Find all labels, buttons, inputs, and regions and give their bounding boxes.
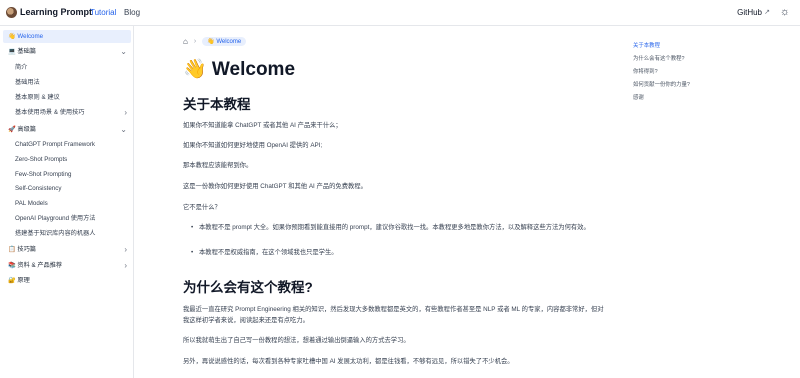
chevron-down-icon[interactable]: ⌄ — [120, 45, 127, 58]
sidebar-item-principle[interactable]: 🔐 原理 — [3, 274, 131, 287]
paragraph: 如果你不知道如何更好地使用 OpenAI 提供的 API; — [183, 142, 323, 149]
paragraph: 我最近一直在研究 Prompt Engineering 相关的知识，然后发现大多… — [183, 306, 604, 324]
sidebar-item-framework[interactable]: ChatGPT Prompt Framework — [3, 138, 131, 151]
sidebar-item-advanced[interactable]: 🚀 高级篇 ⌄ — [3, 123, 131, 136]
sidebar-item-pal-models[interactable]: PAL Models — [3, 197, 131, 210]
toc-item-thanks[interactable]: 感谢 — [633, 93, 644, 101]
paragraph: 另外，再说说感性的话，每次看到各种专家吐槽中国 AI 发展太功利，都是往钱看，不… — [183, 358, 514, 365]
toc-item-contribute[interactable]: 如何贡献一份你的力量? — [633, 80, 690, 88]
github-link[interactable]: GitHub — [737, 8, 762, 17]
home-icon[interactable]: ⌂ — [183, 37, 188, 46]
page-title: 👋 Welcome — [183, 59, 296, 80]
sidebar-item-welcome[interactable]: 👋 Welcome — [3, 30, 131, 43]
section-heading-about: 关于本教程 — [183, 97, 251, 112]
paragraph: 它不是什么？ — [183, 204, 221, 211]
nav-blog[interactable]: Blog — [124, 8, 140, 17]
nav-tutorial[interactable]: Tutorial — [90, 8, 116, 17]
paragraph: 这是一份教你如何更好使用 ChatGPT 和其他 AI 产品的免费教程。 — [183, 183, 367, 190]
toc-item-get[interactable]: 你将得到? — [633, 67, 658, 75]
toc-item-about[interactable]: 关于本教程 — [633, 41, 660, 49]
sidebar-item-playground[interactable]: OpenAI Playground 使用方法 — [3, 212, 131, 225]
top-navbar: Learning Prompt Tutorial Blog GitHub ↗ ☼ — [0, 0, 800, 26]
chevron-down-icon[interactable]: ⌄ — [120, 123, 127, 136]
chevron-right-icon[interactable]: › — [124, 259, 127, 272]
table-of-contents: 关于本教程 为什么会有这个教程? 你将得到? 如何贡献一份你的力量? 感谢 — [626, 26, 800, 378]
list-item: 本教程不是权威指南，在这个领域我也只是学生。 — [191, 248, 611, 259]
section-heading-why: 为什么会有这个教程? — [183, 280, 313, 295]
sidebar-item-zero-shot[interactable]: Zero-Shot Prompts — [3, 153, 131, 166]
sidebar-item-self-consistency[interactable]: Self-Consistency — [3, 182, 131, 195]
paragraph: 那本教程应该能帮到你。 — [183, 162, 253, 169]
sidebar-item-resources[interactable]: 📚 资料 & 产品推荐 › — [3, 259, 131, 272]
brand-title[interactable]: Learning Prompt — [20, 7, 92, 17]
toc-item-why[interactable]: 为什么会有这个教程? — [633, 54, 685, 62]
sidebar-item-intro[interactable]: 简介 — [3, 61, 131, 74]
sidebar-item-use-cases[interactable]: 基本使用场景 & 使用技巧 › — [3, 106, 131, 119]
sidebar: 👋 Welcome 💻 基础篇 ⌄ 简介 基础用法 基本原则 & 建议 基本使用场… — [0, 26, 134, 378]
sidebar-item-tips[interactable]: 📋 技巧篇 › — [3, 243, 131, 256]
list-item: 本教程不是 prompt 大全。如果你预期看到能直接用的 prompt，建议你谷… — [191, 223, 611, 234]
main-content: ⌂ › 👋 Welcome 👋 Welcome 关于本教程 如果你不知道能拿 C… — [135, 26, 615, 378]
breadcrumb: ⌂ › 👋 Welcome — [183, 35, 247, 47]
sidebar-item-knowledge-bot[interactable]: 搭建基于知识库内容的机器人 — [3, 227, 131, 240]
external-link-icon: ↗ — [764, 9, 770, 16]
logo-avatar[interactable] — [6, 7, 17, 18]
chevron-right-icon: › — [193, 37, 197, 45]
sidebar-item-basic-usage[interactable]: 基础用法 — [3, 76, 131, 89]
breadcrumb-current: 👋 Welcome — [202, 36, 247, 46]
paragraph: 如果你不知道能拿 ChatGPT 或者其他 AI 产品来干什么； — [183, 122, 342, 129]
paragraph: 所以我就萌生出了自己写一份教程的想法，想着通过输出倒逼输入的方式去学习。 — [183, 337, 410, 344]
sidebar-item-basics[interactable]: 💻 基础篇 ⌄ — [3, 45, 131, 58]
theme-toggle-icon[interactable]: ☼ — [780, 6, 790, 18]
chevron-right-icon[interactable]: › — [124, 243, 127, 256]
chevron-right-icon[interactable]: › — [124, 106, 127, 119]
sidebar-item-few-shot[interactable]: Few-Shot Prompting — [3, 168, 131, 181]
sidebar-item-principles[interactable]: 基本原则 & 建议 — [3, 91, 131, 104]
